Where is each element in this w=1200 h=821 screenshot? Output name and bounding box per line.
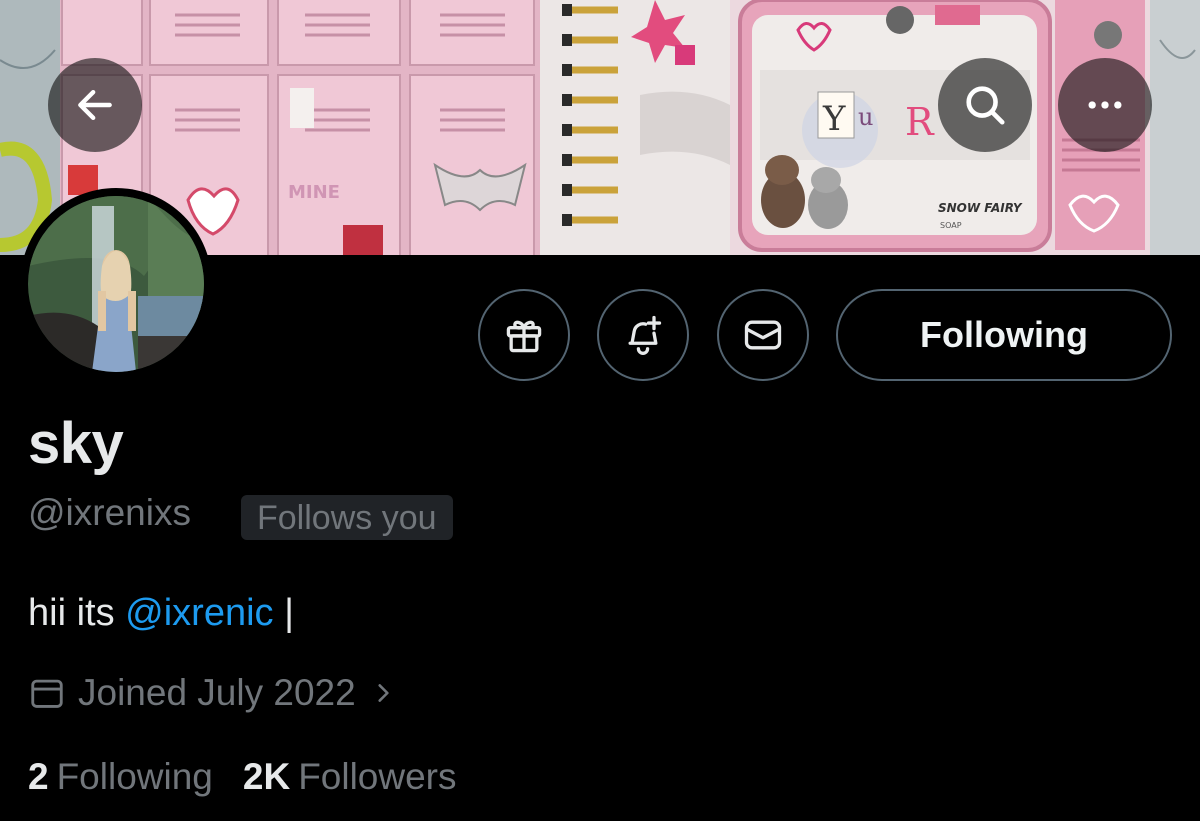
following-label: Following xyxy=(56,756,213,797)
following-count: 2 xyxy=(28,756,49,797)
svg-text:SOAP: SOAP xyxy=(940,221,962,230)
arrow-left-icon xyxy=(78,89,112,121)
display-name: sky xyxy=(28,411,124,476)
more-options-button[interactable] xyxy=(1058,58,1152,152)
follows-you-badge: Follows you xyxy=(241,495,453,540)
bio-suffix: | xyxy=(273,592,294,634)
bell-plus-icon xyxy=(628,315,662,355)
back-button[interactable] xyxy=(48,58,142,152)
svg-text:R: R xyxy=(905,100,935,144)
notifications-button[interactable] xyxy=(597,289,689,381)
following-button[interactable]: Following xyxy=(836,289,1172,381)
gift-icon xyxy=(506,320,542,353)
joined-date: Joined July 2022 xyxy=(78,672,356,713)
more-horizontal-icon xyxy=(1088,101,1122,109)
search-icon xyxy=(966,86,1005,125)
message-button[interactable] xyxy=(717,289,809,381)
chevron-right-icon xyxy=(370,680,396,706)
bio: hii its @ixrenic | xyxy=(28,592,294,635)
svg-text:u: u xyxy=(858,103,873,131)
user-handle: @ixrenixs xyxy=(28,492,191,533)
avatar-image xyxy=(28,196,204,372)
followers-count: 2K xyxy=(242,756,291,797)
followers-label: Followers xyxy=(298,756,457,797)
follow-stats: 2 Following 2K Followers xyxy=(28,756,457,798)
svg-text:Y: Y xyxy=(822,99,846,139)
calendar-icon xyxy=(28,674,66,712)
bio-mention-link[interactable]: @ixrenic xyxy=(125,592,273,634)
bio-text: hii its xyxy=(28,592,126,634)
followers-count-link[interactable]: 2K Followers xyxy=(243,756,457,798)
search-button[interactable] xyxy=(938,58,1032,152)
following-count-link[interactable]: 2 Following xyxy=(28,756,213,798)
svg-text:MINE: MINE xyxy=(288,182,340,203)
joined-date-row[interactable]: Joined July 2022 xyxy=(28,668,396,718)
gift-button[interactable] xyxy=(478,289,570,381)
svg-text:SNOW FAIRY: SNOW FAIRY xyxy=(938,201,1023,215)
avatar[interactable] xyxy=(20,188,212,380)
envelope-icon xyxy=(744,320,782,350)
